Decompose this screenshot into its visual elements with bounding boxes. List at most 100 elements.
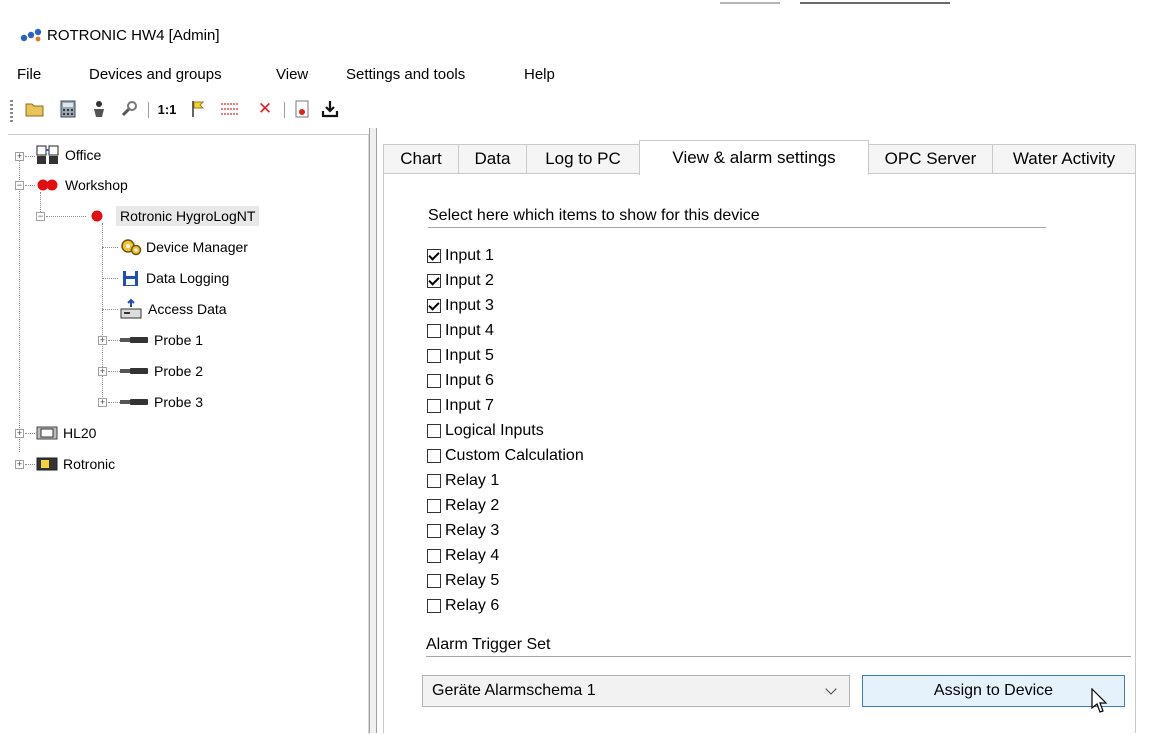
alarm-limits-icon[interactable] (219, 98, 241, 120)
assign-to-device-button[interactable]: Assign to Device (862, 675, 1125, 707)
checkbox-box[interactable] (427, 424, 441, 438)
checkbox-label: Input 7 (445, 397, 494, 414)
checkbox-relay-2[interactable]: Relay 2 (427, 494, 499, 518)
toolbar-separator (148, 102, 149, 118)
checkbox-box[interactable] (427, 299, 441, 313)
checkbox-relay-5[interactable]: Relay 5 (427, 569, 499, 593)
tree-line (46, 216, 86, 217)
tree-line (102, 278, 118, 279)
checkbox-label: Input 4 (445, 322, 494, 339)
tree-node-probe-1[interactable]: Probe 1 (120, 328, 207, 352)
checkbox-box[interactable] (427, 574, 441, 588)
checkbox-label: Relay 2 (445, 497, 500, 514)
tree-line (25, 156, 35, 157)
logger-device-icon (36, 457, 58, 471)
checkbox-box[interactable] (427, 324, 441, 338)
expand-office-toggle[interactable]: + (15, 152, 24, 161)
checkbox-box[interactable] (427, 349, 441, 363)
ratio-1-1-icon[interactable]: 1:1 (156, 98, 178, 120)
checkbox-label: Relay 5 (445, 572, 500, 589)
menu-devices-and-groups[interactable]: Devices and groups (89, 66, 222, 83)
tree-node-access-data[interactable]: Access Data (120, 297, 231, 321)
tab-opc-server[interactable]: OPC Server (868, 144, 993, 173)
checkbox-label: Relay 4 (445, 547, 500, 564)
tree-line (102, 247, 118, 248)
checkbox-input-7[interactable]: Input 7 (427, 394, 494, 418)
download-icon[interactable] (319, 98, 341, 120)
tree-line (108, 340, 120, 341)
tree-node-data-logging[interactable]: Data Logging (120, 266, 233, 290)
menu-help[interactable]: Help (524, 66, 555, 83)
alarm-select-value: Geräte Alarmschema 1 (432, 682, 596, 699)
tab-water-activity[interactable]: Water Activity (992, 144, 1136, 173)
checkbox-box[interactable] (427, 474, 441, 488)
tree-node-workshop[interactable]: Workshop (35, 173, 132, 197)
tab-view-alarm-settings[interactable]: View & alarm settings (639, 140, 869, 175)
checkbox-logical-inputs[interactable]: Logical Inputs (427, 419, 544, 443)
tree-node-probe-2[interactable]: Probe 2 (120, 359, 207, 383)
tab-data[interactable]: Data (458, 144, 527, 173)
tab-content: Select here which items to show for this… (383, 174, 1136, 733)
mouse-pointer-icon (1091, 688, 1108, 713)
flag-icon[interactable] (187, 98, 209, 120)
expand-rotronic-toggle[interactable]: + (15, 460, 24, 469)
checkbox-label: Relay 6 (445, 597, 500, 614)
checkbox-box[interactable] (427, 274, 441, 288)
checkbox-input-3[interactable]: Input 3 (427, 294, 494, 318)
tree-node-probe-3[interactable]: Probe 3 (120, 390, 207, 414)
calculator-icon[interactable] (57, 98, 79, 120)
red-status-icon (37, 179, 58, 191)
tree-node-rotronic-hygrolognt[interactable]: Rotronic HygroLogNT (90, 204, 260, 228)
checkbox-label: Input 5 (445, 347, 494, 364)
panel-splitter[interactable] (369, 128, 377, 733)
checkbox-input-5[interactable]: Input 5 (427, 344, 494, 368)
checkbox-relay-6[interactable]: Relay 6 (427, 594, 499, 618)
checkbox-relay-4[interactable]: Relay 4 (427, 544, 499, 568)
collapse-workshop-toggle[interactable]: − (15, 181, 24, 190)
tree-node-device-manager[interactable]: Device Manager (120, 235, 252, 259)
menu-settings-and-tools[interactable]: Settings and tools (346, 66, 465, 83)
checkbox-box[interactable] (427, 599, 441, 613)
alarm-trigger-select[interactable]: Geräte Alarmschema 1 (422, 675, 850, 707)
toolbar-grip[interactable] (10, 100, 13, 122)
tab-log-to-pc[interactable]: Log to PC (526, 144, 640, 173)
expand-probe1-toggle[interactable]: + (98, 336, 107, 345)
tree-node-rotronic[interactable]: Rotronic (35, 452, 119, 476)
tree-node-office[interactable]: Office (35, 143, 105, 167)
checkbox-box[interactable] (427, 524, 441, 538)
checkbox-input-1[interactable]: Input 1 (427, 244, 494, 268)
tab-chart[interactable]: Chart (383, 144, 459, 173)
checkbox-box[interactable] (427, 399, 441, 413)
checkbox-box[interactable] (427, 374, 441, 388)
collapse-hygrolog-toggle[interactable]: − (36, 212, 45, 221)
expand-hl20-toggle[interactable]: + (15, 429, 24, 438)
menu-file[interactable]: File (17, 66, 41, 83)
delete-icon[interactable]: ✕ (254, 98, 276, 120)
tree-node-label: Rotronic HygroLogNT (116, 206, 260, 226)
checkbox-relay-3[interactable]: Relay 3 (427, 519, 499, 543)
user-icon[interactable] (88, 98, 110, 120)
red-status-icon (91, 210, 103, 222)
record-icon[interactable] (291, 98, 313, 120)
menu-bar: File Devices and groups View Settings an… (0, 58, 1151, 90)
checkbox-box[interactable] (427, 549, 441, 563)
checkbox-label: Input 2 (445, 272, 494, 289)
expand-probe3-toggle[interactable]: + (98, 398, 107, 407)
wrench-icon[interactable] (118, 98, 140, 120)
checkbox-input-2[interactable]: Input 2 (427, 269, 494, 293)
checkbox-custom-calculation[interactable]: Custom Calculation (427, 444, 584, 468)
checkbox-input-6[interactable]: Input 6 (427, 369, 494, 393)
checkbox-box[interactable] (427, 499, 441, 513)
probe-icon (120, 368, 148, 374)
checkbox-box[interactable] (427, 449, 441, 463)
checkbox-relay-1[interactable]: Relay 1 (427, 469, 499, 493)
toolbar-separator (284, 102, 285, 118)
checkbox-input-4[interactable]: Input 4 (427, 319, 494, 343)
tree-node-label: Rotronic (63, 456, 116, 472)
chevron-down-icon[interactable] (825, 683, 837, 695)
menu-view[interactable]: View (276, 66, 308, 83)
tree-node-hl20[interactable]: HL20 (35, 421, 100, 445)
open-folder-icon[interactable] (24, 98, 46, 120)
expand-probe2-toggle[interactable]: + (98, 367, 107, 376)
checkbox-box[interactable] (427, 249, 441, 263)
